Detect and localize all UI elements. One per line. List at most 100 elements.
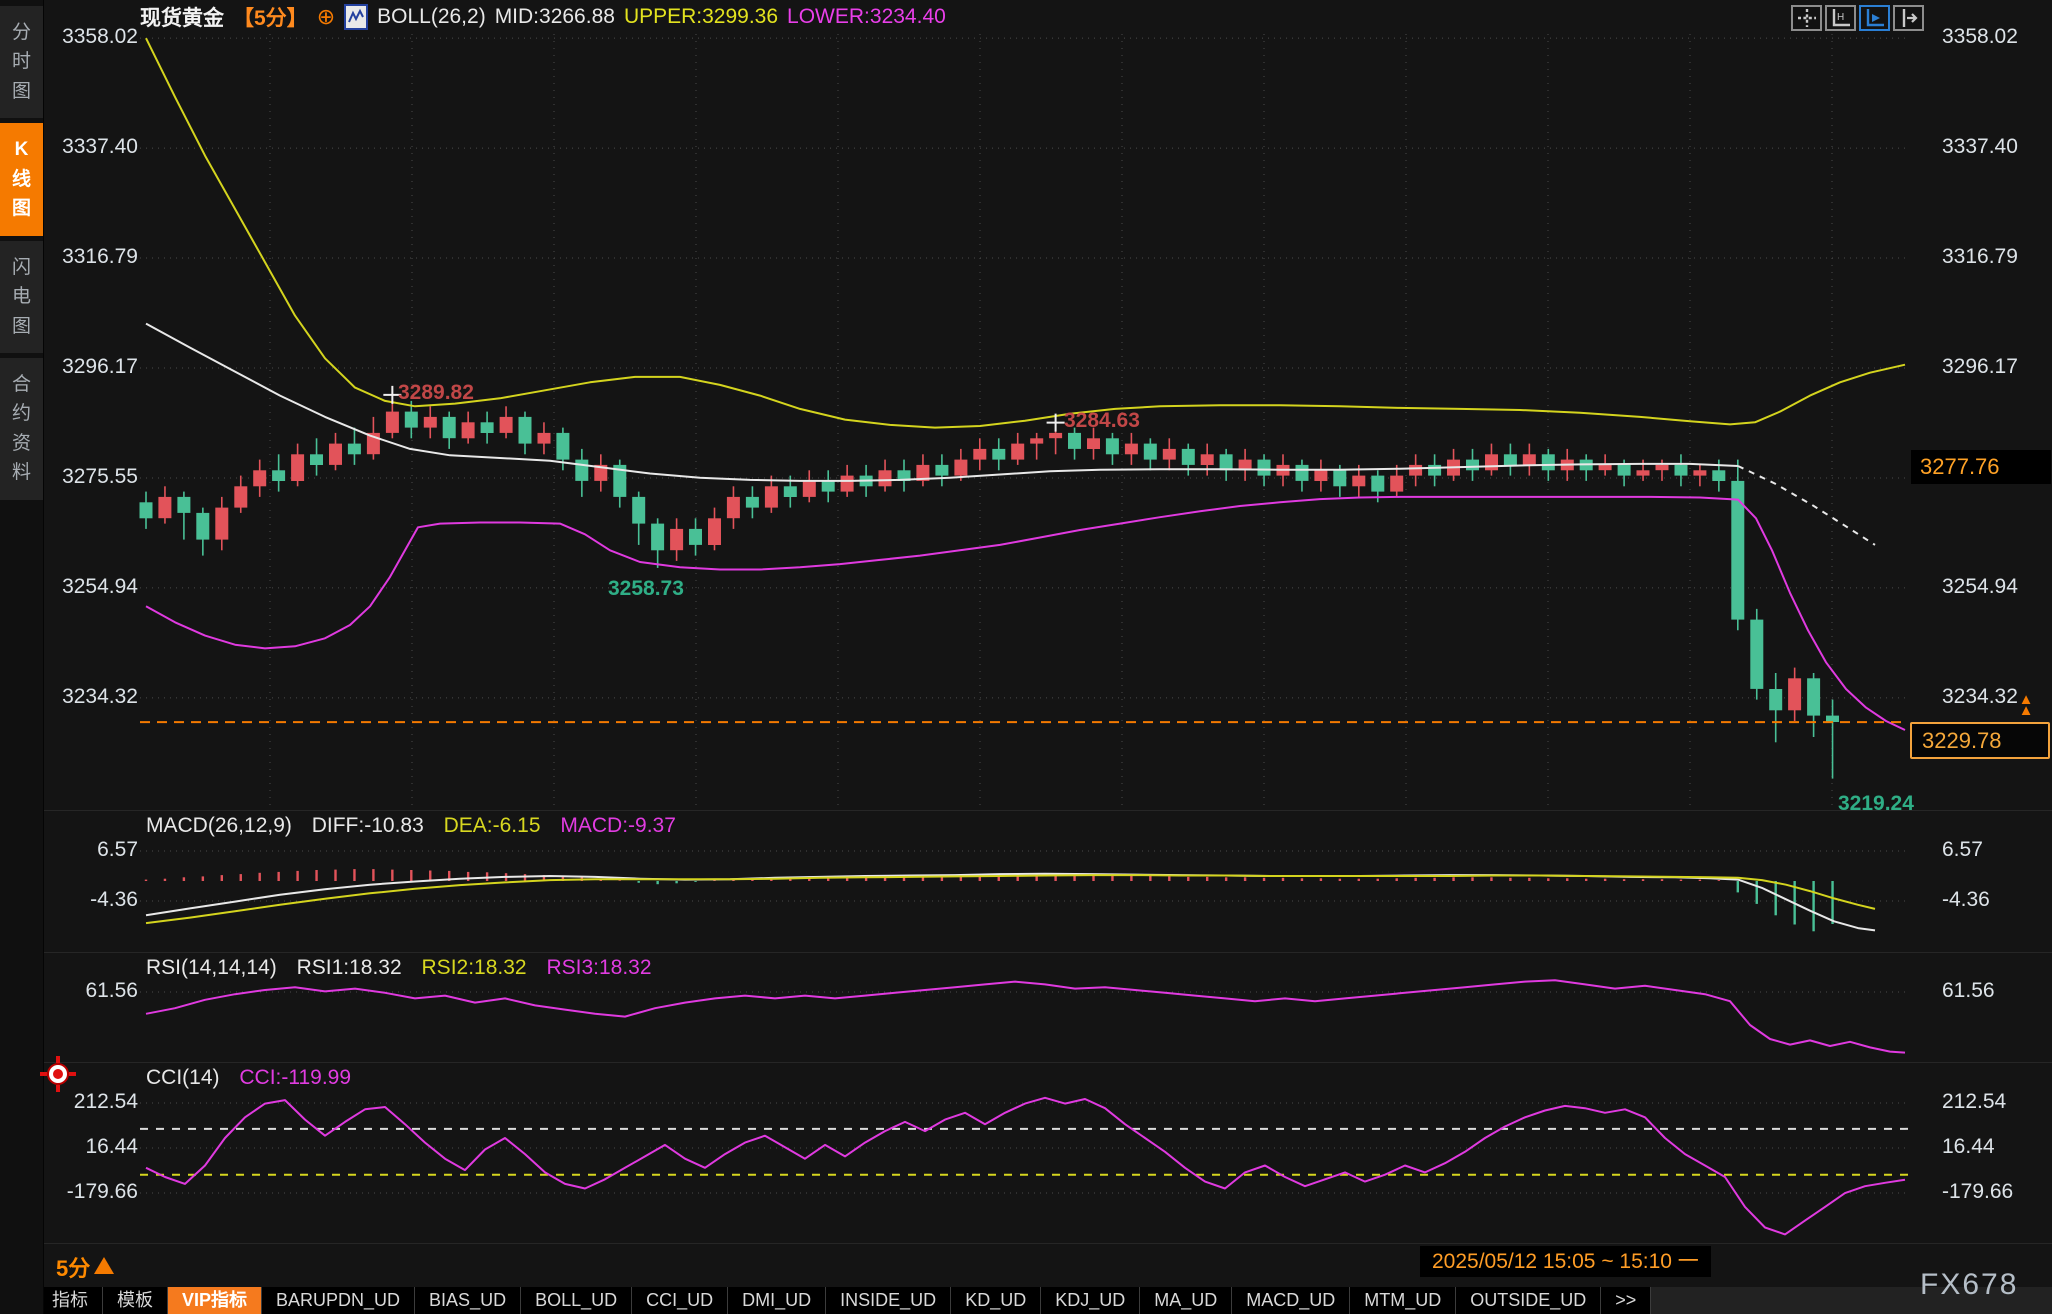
candle-body (1049, 433, 1062, 438)
candle-body (1731, 481, 1744, 620)
axis-autoscale-icon[interactable] (1859, 5, 1890, 31)
candle-body (253, 470, 266, 486)
sidebar-item-lightning-chart[interactable]: 闪电图 (0, 241, 43, 353)
period-badge[interactable]: 【5分】 (233, 2, 308, 32)
macd-diff-value: DIFF:-10.83 (312, 814, 424, 837)
candle-body (1371, 476, 1384, 492)
candle-body (1258, 460, 1271, 476)
rsi3-value: RSI3:18.32 (546, 956, 651, 979)
candle-body (1011, 444, 1024, 460)
price-axis-tick-right: 3316.79 (1942, 245, 2050, 269)
bottom-tab[interactable]: >> (1601, 1287, 1651, 1314)
candle-body (575, 460, 588, 481)
bottom-tab[interactable]: INSIDE_UD (826, 1287, 951, 1314)
panel-separator (44, 952, 2052, 953)
macd-dif-line (146, 874, 1875, 931)
candle-body (765, 486, 778, 507)
macd-title-row[interactable]: MACD(26,12,9) DIFF:-10.83 DEA:-6.15 MACD… (146, 814, 690, 838)
macd-dea-value: DEA:-6.15 (444, 814, 541, 837)
sidebar-item-label: 合约资料 (11, 370, 33, 488)
rsi-axis-tick-right: 61.56 (1942, 979, 2050, 1003)
bottom-tab[interactable]: BOLL_UD (521, 1287, 632, 1314)
candle-body (803, 481, 816, 497)
bottom-tab[interactable]: OUTSIDE_UD (1456, 1287, 1601, 1314)
candle-body (1087, 438, 1100, 449)
alert-record-icon[interactable] (40, 1056, 76, 1092)
pan-crosshair-icon[interactable] (1791, 5, 1822, 31)
footer-period-label[interactable]: 5分 (56, 1251, 90, 1283)
rsi2-value: RSI2:18.32 (422, 956, 527, 979)
price-axis-tick-right: 3254.94 (1942, 575, 2050, 599)
candle-body (727, 497, 740, 518)
candle-body (1125, 444, 1138, 455)
candle-body (443, 417, 456, 438)
sidebar-item-candle-chart[interactable]: K线图 (0, 123, 43, 235)
candle-body (1656, 465, 1669, 470)
bottom-tab[interactable]: BIAS_UD (415, 1287, 521, 1314)
price-axis-tick-left: 3358.02 (44, 25, 138, 49)
sidebar-item-contract-info[interactable]: 合约资料 (0, 358, 43, 500)
candle-body (1182, 449, 1195, 465)
bottom-tab[interactable]: MA_UD (1140, 1287, 1232, 1314)
mini-chart-icon[interactable] (344, 4, 368, 30)
candle-body (1201, 454, 1214, 465)
macd-axis-tick-right: 6.57 (1942, 838, 2050, 862)
indicator-tab-bar: 指标模板VIP指标BARUPDN_UDBIAS_UDBOLL_UDCCI_UDD… (0, 1287, 2052, 1314)
link-circle-icon[interactable]: ⊕ (317, 6, 335, 28)
cci-title-row[interactable]: CCI(14) CCI:-119.99 (146, 1066, 365, 1090)
bar-time-range-tooltip: 2025/05/12 15:05 ~ 15:10 一 (1420, 1246, 1711, 1277)
price-axis-tick-left: 3234.32 (44, 685, 138, 709)
boll-lower-value: LOWER:3234.40 (787, 5, 946, 29)
bottom-tab[interactable]: DMI_UD (728, 1287, 826, 1314)
bottom-tab[interactable]: CCI_UD (632, 1287, 728, 1314)
candle-body (1428, 465, 1441, 476)
axis-lock-icon[interactable] (1893, 5, 1924, 31)
candle-body (424, 417, 437, 428)
bottom-tab[interactable]: MTM_UD (1350, 1287, 1456, 1314)
cci-axis-tick-left: 212.54 (44, 1090, 138, 1114)
cci-axis-tick-left: 16.44 (44, 1135, 138, 1159)
cci-axis-tick-right: 212.54 (1942, 1090, 2050, 1114)
candle-body (1807, 678, 1820, 715)
boll-lower-line (146, 497, 1905, 730)
last-price-tag: 3229.78 (1910, 722, 2050, 759)
candle-body (822, 481, 835, 492)
bottom-tab[interactable]: VIP指标 (168, 1287, 262, 1314)
candle-body (1390, 476, 1403, 492)
period-up-arrow-icon[interactable] (94, 1257, 114, 1274)
bottom-tab[interactable]: KD_UD (951, 1287, 1041, 1314)
price-up-arrows-icon: ▲▲ (2015, 694, 2037, 716)
bottom-tab[interactable]: 指标 (38, 1287, 103, 1314)
sidebar-item-label: 闪电图 (11, 253, 33, 341)
candle-body (1769, 689, 1782, 710)
candle-body (1296, 465, 1309, 481)
candle-body (1144, 444, 1157, 460)
boll-indicator-title[interactable]: BOLL(26,2) (377, 5, 486, 29)
bottom-tab[interactable]: 模板 (103, 1287, 168, 1314)
candle-body (1352, 476, 1365, 487)
candle-body (1068, 433, 1081, 449)
sidebar-item-time-chart[interactable]: 分时图 (0, 6, 43, 118)
candle-body (670, 529, 683, 550)
rsi-line (146, 980, 1905, 1052)
panel-separator (44, 1062, 2052, 1063)
bottom-tab[interactable]: MACD_UD (1232, 1287, 1350, 1314)
candle-body (1409, 465, 1422, 476)
macd-macd-value: MACD:-9.37 (560, 814, 676, 837)
swing-high-label-2: 3284.63 (1064, 409, 1140, 433)
candle-body (1826, 716, 1839, 722)
candle-body (879, 470, 892, 486)
bottom-tab[interactable]: KDJ_UD (1041, 1287, 1140, 1314)
axis-scale-h-icon[interactable]: H (1825, 5, 1856, 31)
candle-body (310, 454, 323, 465)
bottom-tab[interactable]: BARUPDN_UD (262, 1287, 415, 1314)
candle-body (158, 497, 171, 518)
trading-chart-app: 分时图 K线图 闪电图 合约资料 现货黄金 【5分】 ⊕ BOLL(26,2) … (0, 0, 2052, 1314)
rsi-title-row[interactable]: RSI(14,14,14) RSI1:18.32 RSI2:18.32 RSI3… (146, 956, 666, 980)
sidebar-item-label: 分时图 (11, 18, 33, 106)
candle-body (462, 422, 475, 438)
chart-canvas[interactable] (0, 0, 2052, 1314)
candle-body (538, 433, 551, 444)
candle-body (177, 497, 190, 513)
swing-low-label-1: 3258.73 (608, 577, 684, 601)
